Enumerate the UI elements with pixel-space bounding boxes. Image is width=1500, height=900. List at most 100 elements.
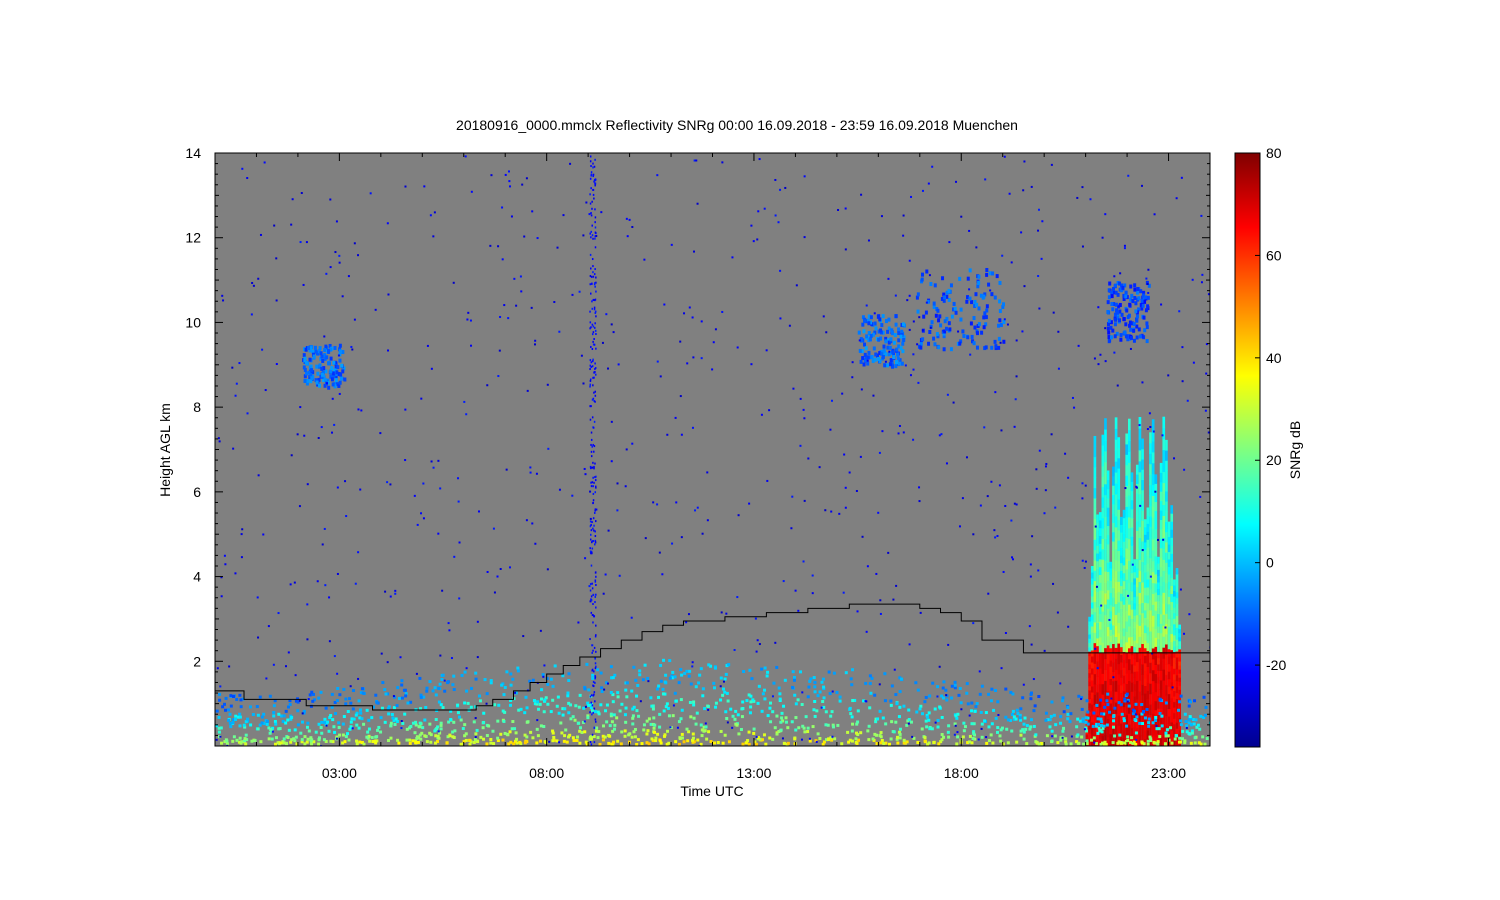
echo-pixel (408, 738, 412, 742)
echo-pixel (1101, 652, 1105, 664)
echo-pixel (822, 696, 826, 700)
echo-pixel (1154, 700, 1158, 711)
echo-pixel (1112, 624, 1115, 635)
noise-pixel (389, 483, 392, 486)
echo-pixel (274, 722, 278, 726)
echo-pixel (1093, 570, 1097, 582)
echo-pixel (1151, 615, 1155, 627)
noise-pixel (610, 420, 613, 423)
echo-pixel (1175, 597, 1179, 605)
noise-pixel (822, 315, 825, 318)
echo-pixel (1154, 637, 1158, 647)
noise-pixel (529, 471, 532, 474)
noise-pixel (592, 492, 595, 495)
noise-pixel (246, 412, 249, 415)
echo-pixel (1112, 680, 1115, 691)
echo-pixel (1167, 521, 1171, 530)
echo-pixel (1125, 621, 1129, 632)
echo-pixel (898, 727, 902, 731)
noise-pixel (592, 237, 594, 240)
echo-pixel (1114, 548, 1118, 561)
echo-pixel (1106, 626, 1110, 637)
noise-pixel (338, 261, 341, 264)
echo-pixel (1022, 730, 1026, 734)
echo-pixel (653, 723, 657, 727)
echo-pixel (1113, 283, 1117, 288)
echo-pixel (1173, 723, 1176, 730)
noise-pixel (246, 177, 249, 180)
noise-pixel (589, 385, 591, 388)
echo-pixel (250, 739, 254, 743)
echo-pixel (1159, 538, 1163, 549)
echo-pixel (238, 736, 242, 740)
echo-pixel (916, 741, 920, 745)
noise-pixel (523, 235, 526, 238)
noise-pixel (589, 379, 592, 382)
noise-pixel (1035, 468, 1038, 471)
echo-pixel (1117, 478, 1121, 490)
noise-pixel (492, 527, 495, 530)
noise-pixel (1037, 275, 1040, 278)
noise-pixel (594, 595, 597, 598)
echo-pixel (1112, 494, 1115, 505)
noise-pixel (918, 316, 921, 319)
echo-pixel (624, 720, 628, 724)
noise-pixel (1061, 736, 1064, 739)
echo-pixel (741, 742, 745, 746)
echo-pixel (265, 722, 269, 726)
echo-pixel (552, 735, 556, 739)
echo-pixel (850, 683, 854, 687)
echo-pixel (1145, 707, 1149, 711)
echo-pixel (1193, 741, 1197, 745)
noise-pixel (577, 621, 580, 624)
noise-pixel (993, 529, 996, 532)
echo-pixel (883, 363, 887, 368)
noise-pixel (374, 308, 377, 311)
noise-pixel (960, 215, 963, 218)
noise-pixel (303, 434, 306, 437)
echo-pixel (258, 695, 262, 699)
echo-pixel (680, 708, 684, 712)
echo-pixel (1062, 726, 1066, 730)
echo-pixel (1165, 633, 1168, 645)
echo-pixel (1134, 742, 1138, 746)
noise-pixel (878, 451, 881, 454)
echo-pixel (663, 680, 667, 684)
noise-pixel (590, 701, 593, 704)
echo-pixel (1114, 472, 1118, 484)
echo-pixel (1170, 625, 1174, 635)
echo-pixel (680, 736, 684, 740)
echo-pixel (1081, 717, 1085, 721)
echo-pixel (874, 326, 878, 331)
echo-pixel (1146, 539, 1150, 548)
echo-pixel (437, 700, 441, 704)
echo-pixel (721, 693, 725, 697)
noise-pixel (691, 665, 694, 668)
noise-pixel (301, 712, 304, 715)
echo-pixel (1170, 689, 1174, 699)
echo-pixel (1093, 518, 1097, 530)
echo-pixel (630, 735, 634, 739)
echo-pixel (308, 357, 312, 362)
echo-pixel (1129, 335, 1133, 340)
echo-pixel (1096, 614, 1099, 624)
echo-pixel (1146, 304, 1150, 309)
echo-pixel (1132, 322, 1136, 327)
echo-pixel (674, 699, 678, 703)
echo-pixel (1157, 626, 1160, 633)
noise-pixel (1022, 683, 1025, 686)
noise-pixel (590, 694, 593, 697)
echo-pixel (323, 347, 327, 352)
noise-pixel (606, 682, 609, 685)
echo-pixel (1134, 702, 1138, 706)
echo-pixel (1146, 523, 1150, 532)
echo-pixel (1136, 286, 1140, 291)
noise-pixel (558, 741, 561, 744)
echo-pixel (969, 321, 973, 326)
echo-pixel (255, 705, 259, 709)
echo-pixel (1141, 530, 1144, 542)
echo-pixel (1201, 735, 1205, 739)
echo-pixel (1113, 706, 1117, 710)
echo-pixel (1093, 673, 1097, 685)
echo-pixel (1162, 427, 1166, 440)
